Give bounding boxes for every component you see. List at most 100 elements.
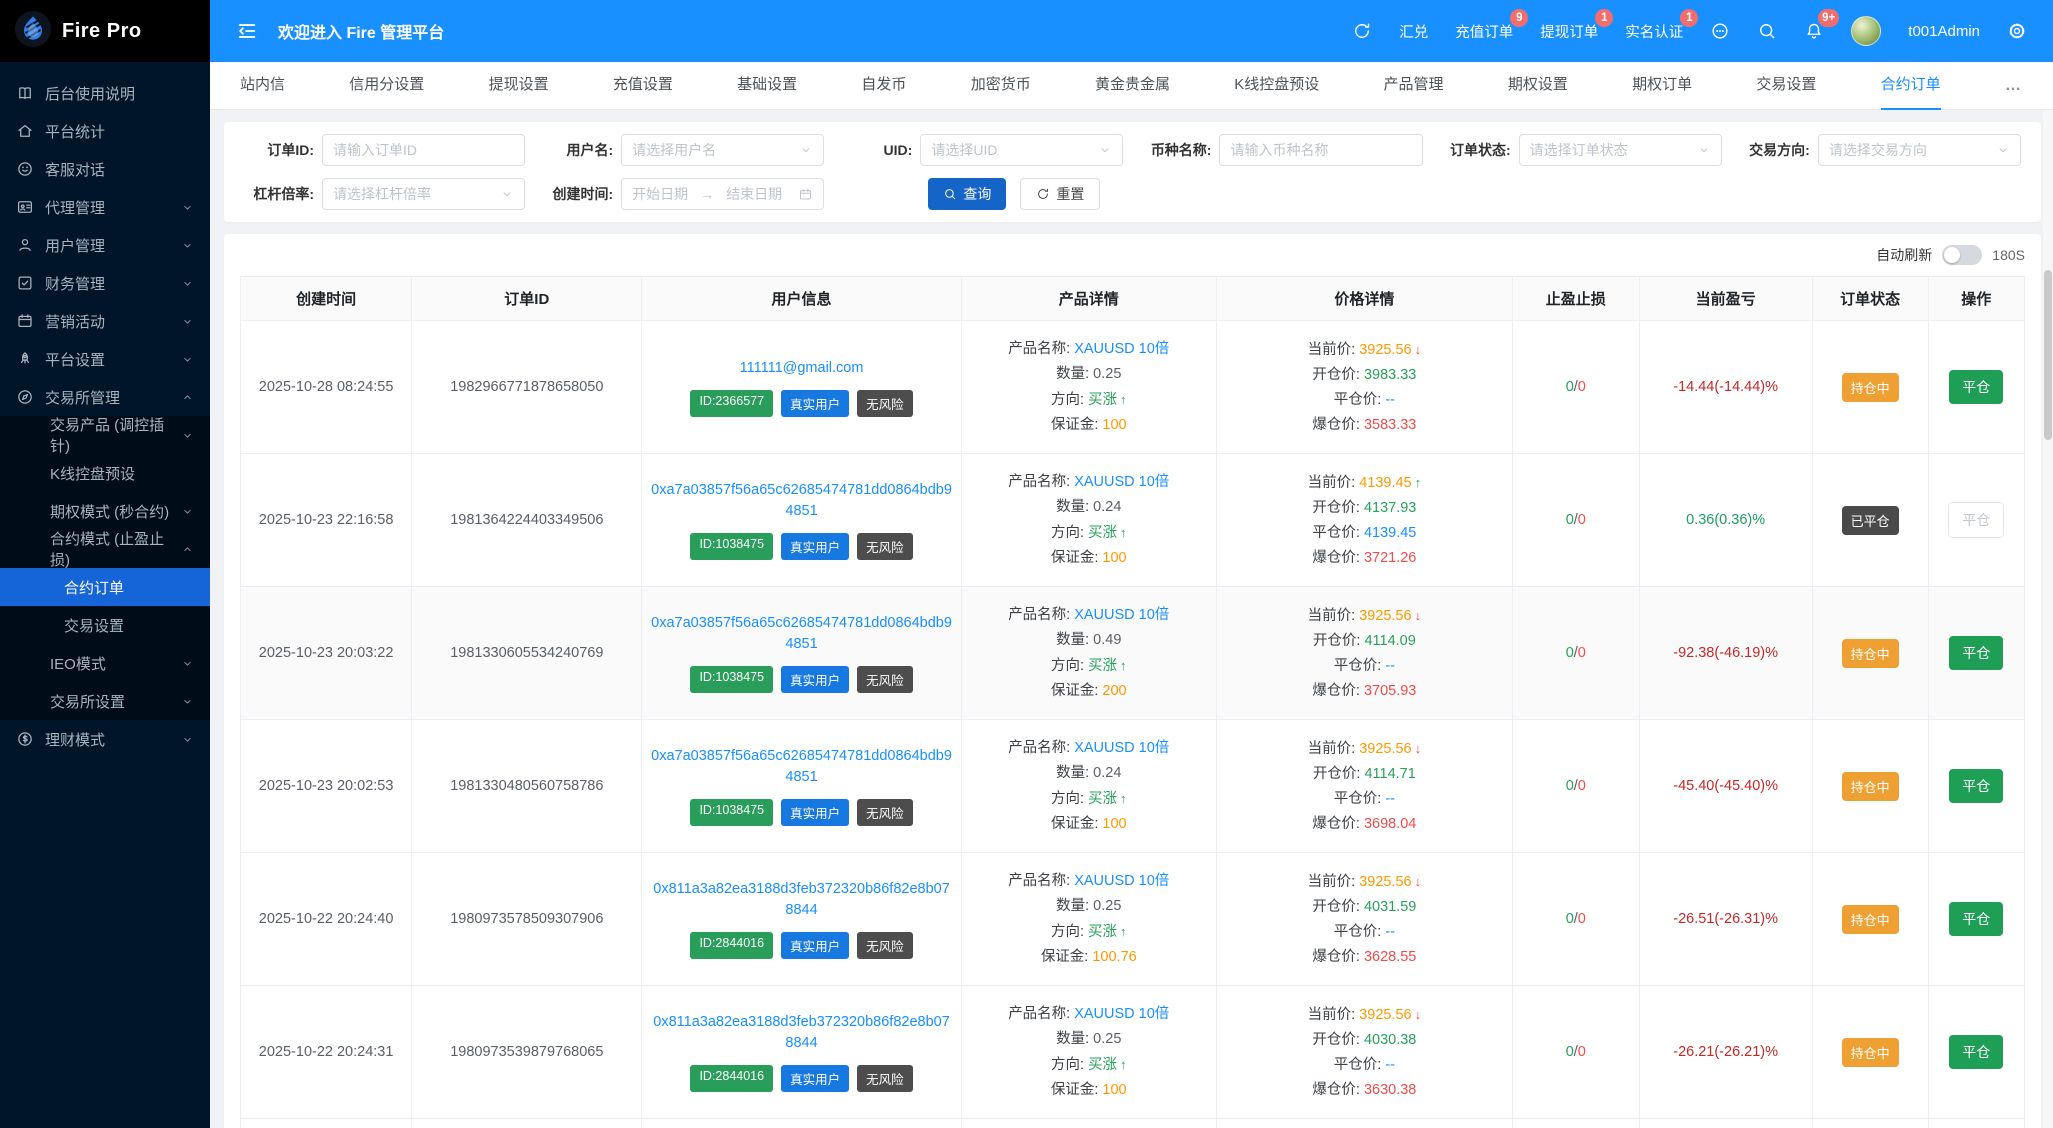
tab-item[interactable]: 产品管理 bbox=[1384, 62, 1444, 110]
tab-item[interactable]: 充值设置 bbox=[613, 62, 673, 110]
sidebar-item[interactable]: 交易产品 (调控插针) bbox=[0, 416, 210, 454]
sidebar-item[interactable]: 后台使用说明 bbox=[0, 74, 210, 112]
search-button[interactable]: 查询 bbox=[928, 178, 1006, 210]
tab-item[interactable]: 自发币 bbox=[861, 62, 906, 110]
username[interactable]: t001Admin bbox=[1908, 23, 1980, 40]
close-position-button[interactable]: 平仓 bbox=[1949, 902, 2003, 936]
refresh-icon[interactable] bbox=[1352, 21, 1372, 41]
column-header: 价格详情 bbox=[1216, 277, 1512, 321]
table-row: 2025-10-22 20:24:3119809735398797680650x… bbox=[241, 986, 2025, 1119]
sidebar-item[interactable]: 代理管理 bbox=[0, 188, 210, 226]
sidebar-item[interactable]: 用户管理 bbox=[0, 226, 210, 264]
sidebar-item-label: 交易设置 bbox=[64, 615, 124, 636]
user-link[interactable]: 111111@gmail.com bbox=[650, 358, 952, 379]
sidebar-item[interactable]: 营销活动 bbox=[0, 302, 210, 340]
sidebar-item[interactable]: 期权模式 (秒合约) bbox=[0, 492, 210, 530]
topbar-kyc[interactable]: 实名认证1 bbox=[1625, 21, 1683, 42]
user-link[interactable]: 0xa7a03857f56a65c62685474781dd0864bdb948… bbox=[650, 613, 952, 655]
bell-icon[interactable]: 9+ bbox=[1804, 21, 1824, 41]
tab-item[interactable]: 期权订单 bbox=[1632, 62, 1692, 110]
cell-price-detail: 当前价:3925.56↓ bbox=[1216, 1119, 1512, 1128]
sidebar-item[interactable]: 平台设置 bbox=[0, 340, 210, 378]
tab-item[interactable]: 黄金贵金属 bbox=[1095, 62, 1170, 110]
no-risk-badge: 无风险 bbox=[857, 390, 913, 417]
trend-up-icon: ↑ bbox=[1120, 392, 1127, 407]
chat-icon[interactable] bbox=[1710, 21, 1730, 41]
user-link[interactable]: 0xa7a03857f56a65c62685474781dd0864bdb948… bbox=[650, 746, 952, 788]
user-link[interactable]: 0x811a3a82ea3188d3feb372320b86f82e8b0788… bbox=[650, 1012, 952, 1054]
text-input[interactable]: 请输入币种名称 bbox=[1219, 134, 1422, 166]
detail-line: 保证金:100 bbox=[970, 548, 1208, 569]
user-badges: ID:1038475真实用户无风险 bbox=[650, 799, 952, 826]
sidebar-item[interactable]: 理财模式 bbox=[0, 720, 210, 758]
topbar-recharge-orders[interactable]: 充值订单9 bbox=[1455, 21, 1513, 42]
reset-button[interactable]: 重置 bbox=[1020, 178, 1100, 210]
user-link[interactable]: 0x811a3a82ea3188d3feb372320b86f82e8b0788… bbox=[650, 879, 952, 921]
collapse-menu-icon[interactable] bbox=[236, 20, 258, 42]
select-input[interactable]: 请选择UID bbox=[920, 134, 1123, 166]
tab-item[interactable]: 加密货币 bbox=[971, 62, 1031, 110]
topbar-withdraw-orders[interactable]: 提现订单1 bbox=[1540, 21, 1598, 42]
sidebar-item[interactable]: 合约模式 (止盈止损) bbox=[0, 530, 210, 568]
select-input[interactable]: 请选择用户名 bbox=[621, 134, 824, 166]
sidebar-item[interactable]: 交易所设置 bbox=[0, 682, 210, 720]
detail-value: 100 bbox=[1102, 550, 1126, 566]
detail-line: 数量:0.49 bbox=[970, 630, 1208, 651]
tab-item[interactable]: 期权设置 bbox=[1508, 62, 1568, 110]
select-input[interactable]: 请选择交易方向 bbox=[1818, 134, 2021, 166]
sidebar-item[interactable]: IEO模式 bbox=[0, 644, 210, 682]
sidebar-item-active[interactable]: 合约订单 bbox=[0, 568, 210, 606]
detail-line: 产品名称:XAUUSD 10倍 bbox=[970, 738, 1208, 759]
cell-user-info: 111111@gmail.comID:2366577真实用户无风险 bbox=[642, 321, 961, 454]
detail-line: 爆仓价:3630.38 bbox=[1225, 1080, 1504, 1101]
sidebar-item[interactable]: 平台统计 bbox=[0, 112, 210, 150]
notification-badge: 1 bbox=[1595, 9, 1613, 27]
tab-item[interactable]: 交易设置 bbox=[1756, 62, 1816, 110]
status-badge: 持仓中 bbox=[1842, 1038, 1899, 1067]
more-tabs-button[interactable]: … bbox=[2005, 77, 2023, 95]
close-position-button[interactable]: 平仓 bbox=[1949, 1035, 2003, 1069]
reset-button-label: 重置 bbox=[1056, 184, 1084, 204]
select-input[interactable]: 请选择杠杆倍率 bbox=[322, 178, 525, 210]
daterange-input[interactable]: 开始日期→结束日期 bbox=[621, 178, 824, 210]
detail-value: -- bbox=[1385, 924, 1395, 940]
sidebar-item[interactable]: 交易所管理 bbox=[0, 378, 210, 416]
detail-label: 方向: bbox=[1051, 525, 1084, 541]
cell-price-detail: 当前价:3925.56↓开仓价:4031.59平仓价:--爆仓价:3628.55 bbox=[1216, 853, 1512, 986]
tab-active[interactable]: 合约订单 bbox=[1881, 62, 1941, 110]
search-icon[interactable] bbox=[1757, 21, 1777, 41]
filter-actions: 查询 重置 bbox=[842, 178, 1123, 210]
tabs-bar: 站内信 信用分设置 提现设置 充值设置 基础设置 自发币 加密货币 黄金贵金属 K线控盘预设 产品… bbox=[210, 62, 2053, 110]
detail-label: 数量: bbox=[1056, 765, 1089, 781]
user-link[interactable]: 0xa7a03857f56a65c62685474781dd0864bdb948… bbox=[650, 480, 952, 522]
gear-icon[interactable] bbox=[2007, 21, 2027, 41]
real-user-badge: 真实用户 bbox=[781, 932, 849, 959]
close-position-button[interactable]: 平仓 bbox=[1949, 636, 2003, 670]
sidebar-item[interactable]: 交易设置 bbox=[0, 606, 210, 644]
detail-label: 开仓价: bbox=[1312, 899, 1360, 915]
tab-item[interactable]: 提现设置 bbox=[489, 62, 549, 110]
page-scrollbar[interactable] bbox=[2043, 110, 2053, 1128]
tab-item[interactable]: 基础设置 bbox=[737, 62, 797, 110]
auto-refresh-toggle[interactable] bbox=[1942, 245, 1982, 265]
pnl-value: -45.40(-45.40)% bbox=[1673, 778, 1778, 794]
scrollbar-thumb[interactable] bbox=[2044, 270, 2052, 440]
close-position-button[interactable]: 平仓 bbox=[1949, 769, 2003, 803]
text-input[interactable]: 请输入订单ID bbox=[322, 134, 525, 166]
take-profit-value: 0 bbox=[1566, 1044, 1574, 1060]
filter-panel: 订单ID:请输入订单ID用户名:请选择用户名UID:请选择UID币种名称:请输入… bbox=[224, 122, 2041, 222]
close-position-button[interactable]: 平仓 bbox=[1949, 370, 2003, 404]
sidebar-item[interactable]: 财务管理 bbox=[0, 264, 210, 302]
select-input[interactable]: 请选择订单状态 bbox=[1519, 134, 1722, 166]
tab-item[interactable]: 信用分设置 bbox=[349, 62, 424, 110]
user-avatar[interactable] bbox=[1851, 16, 1881, 46]
detail-label: 产品名称: bbox=[1008, 1006, 1070, 1022]
tab-item[interactable]: K线控盘预设 bbox=[1234, 62, 1319, 110]
cell-order-id: 1980973578509307906 bbox=[412, 853, 642, 986]
detail-value: 买涨 bbox=[1088, 392, 1117, 408]
tab-item[interactable]: 站内信 bbox=[240, 62, 285, 110]
cell-user-info: 0xa7a03857f56a65c62685474781dd0864bdb948… bbox=[642, 720, 961, 853]
topbar-exchange[interactable]: 汇兑 bbox=[1399, 21, 1428, 42]
sidebar-item[interactable]: K线控盘预设 bbox=[0, 454, 210, 492]
sidebar-item[interactable]: 客服对话 bbox=[0, 150, 210, 188]
